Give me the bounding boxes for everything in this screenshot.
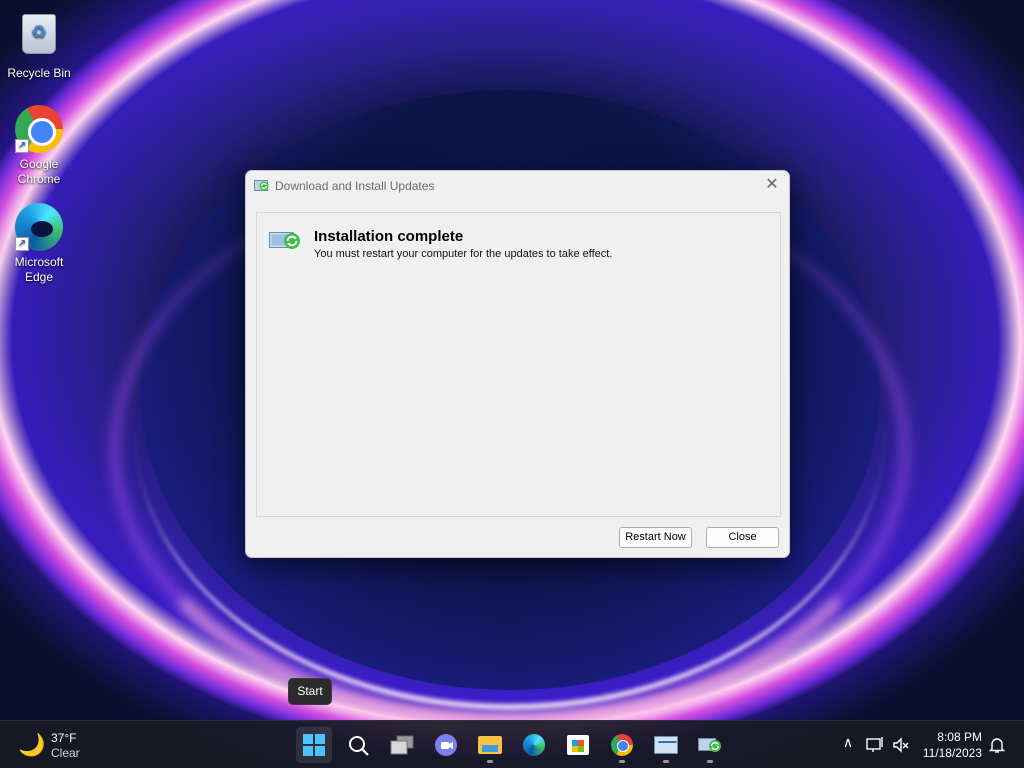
edge-icon — [523, 734, 545, 756]
desktop-icon-label: Recycle Bin — [7, 66, 71, 80]
file-explorer-button[interactable] — [472, 727, 508, 763]
clock-time[interactable]: 8:08 PM — [922, 730, 982, 744]
dialog-title: Download and Install Updates — [275, 179, 435, 193]
chrome-icon: ↗ — [15, 105, 63, 153]
desktop-icon-google-chrome[interactable]: ↗ Google Chrome — [1, 105, 77, 187]
desktop-icon-microsoft-edge[interactable]: ↗ Microsoft Edge — [1, 203, 77, 285]
desktop-icon-label: Google Chrome — [17, 157, 61, 186]
restart-now-button[interactable]: Restart Now — [619, 527, 692, 548]
weather-temperature: 37°F — [51, 731, 77, 745]
search-icon — [349, 736, 369, 756]
file-explorer-icon — [478, 736, 502, 754]
clock-date[interactable]: 11/18/2023 — [922, 746, 982, 760]
close-icon[interactable]: ✕ — [763, 176, 781, 194]
edge-icon: ↗ — [15, 203, 63, 251]
start-icon — [303, 734, 325, 756]
moon-icon: 🌙 — [18, 732, 46, 757]
start-tooltip: Start — [288, 678, 332, 705]
windows-update-button[interactable] — [692, 727, 728, 763]
chat-button[interactable] — [428, 727, 464, 763]
weather-condition: Clear — [51, 746, 80, 760]
chrome-icon — [611, 734, 633, 756]
shortcut-arrow-icon: ↗ — [15, 237, 29, 251]
desktop-icon-label: Microsoft Edge — [14, 255, 64, 284]
recycle-bin-icon — [15, 14, 63, 62]
dialog-message: You must restart your computer for the u… — [314, 248, 613, 260]
network-icon[interactable] — [865, 735, 885, 755]
shortcut-arrow-icon: ↗ — [15, 139, 29, 153]
weather-widget[interactable]: 🌙 37°F Clear — [18, 730, 108, 760]
task-view-icon — [390, 735, 414, 755]
desktop-icon-recycle-bin[interactable]: Recycle Bin — [1, 8, 77, 81]
dialog-titlebar[interactable]: Download and Install Updates ✕ — [246, 171, 789, 201]
taskbar: 🌙 37°F Clear ∧ 8:08 PM 11/18/2023 — [0, 720, 1024, 768]
update-dialog: Download and Install Updates ✕ Installat… — [245, 170, 790, 558]
store-icon — [567, 735, 589, 755]
performance-monitor-button[interactable] — [648, 727, 684, 763]
dialog-heading: Installation complete — [314, 228, 464, 245]
store-button[interactable] — [560, 727, 596, 763]
search-button[interactable] — [340, 727, 376, 763]
windows-update-icon — [254, 180, 269, 191]
close-button[interactable]: Close — [706, 527, 779, 548]
start-button[interactable] — [296, 727, 332, 763]
dialog-content: Installation complete You must restart y… — [256, 212, 781, 517]
show-hidden-icons-chevron-icon[interactable]: ∧ — [838, 734, 858, 751]
performance-monitor-icon — [654, 736, 678, 754]
update-status-icon — [269, 232, 300, 249]
volume-muted-icon[interactable] — [891, 735, 911, 755]
edge-taskbar-button[interactable] — [516, 727, 552, 763]
windows-update-icon — [698, 738, 721, 752]
notification-bell-icon[interactable] — [987, 735, 1007, 755]
chrome-taskbar-button[interactable] — [604, 727, 640, 763]
task-view-button[interactable] — [384, 727, 420, 763]
teams-chat-icon — [435, 734, 457, 756]
